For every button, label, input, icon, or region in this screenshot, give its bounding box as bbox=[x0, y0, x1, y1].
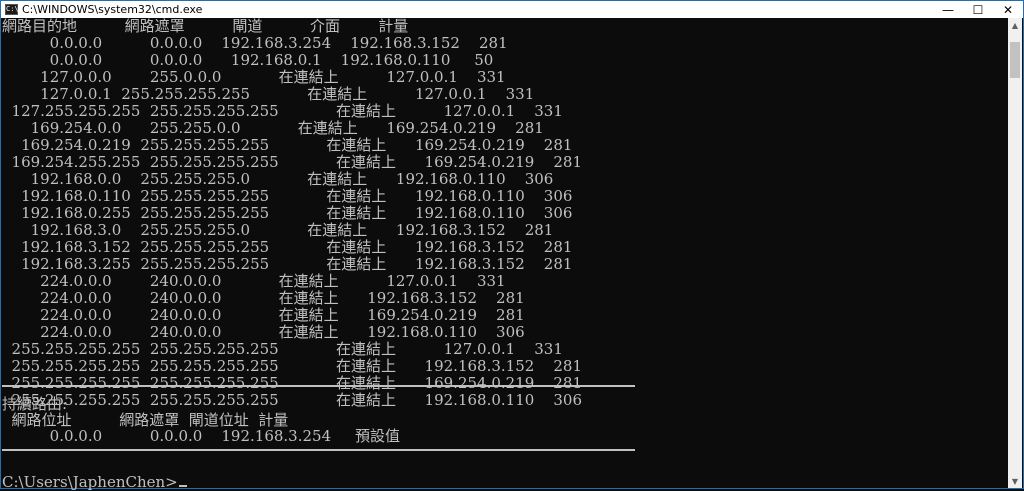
scroll-down-arrow-icon[interactable]: ▼ bbox=[1008, 474, 1022, 488]
route-row: 127.255.255.255 255.255.255.255 在連結上 127… bbox=[2, 102, 563, 120]
route-row: 169.254.0.219 255.255.255.255 在連結上 169.2… bbox=[2, 136, 573, 154]
route-row: 127.0.0.0 255.0.0.0 在連結上 127.0.0.1 331 bbox=[2, 68, 506, 86]
route-row: 255.255.255.255 255.255.255.255 在連結上 169… bbox=[2, 374, 582, 392]
persistent-routes-heading: 持續路由: bbox=[2, 395, 68, 413]
route-row: 224.0.0.0 240.0.0.0 在連結上 127.0.0.1 331 bbox=[2, 272, 506, 290]
persistent-route-row: 0.0.0.0 0.0.0.0 192.168.3.254 預設值 bbox=[2, 427, 400, 445]
route-row: 224.0.0.0 240.0.0.0 在連結上 192.168.3.152 2… bbox=[2, 289, 525, 307]
separator-line bbox=[2, 385, 635, 387]
minimize-button[interactable]: — bbox=[933, 1, 963, 18]
window-controls: — ☐ ✕ bbox=[933, 1, 1023, 18]
close-button[interactable]: ✕ bbox=[993, 1, 1023, 18]
scroll-up-arrow-icon[interactable]: ▲ bbox=[1008, 18, 1022, 32]
route-row: 255.255.255.255 255.255.255.255 在連結上 127… bbox=[2, 340, 563, 358]
route-row: 192.168.0.255 255.255.255.255 在連結上 192.1… bbox=[2, 204, 573, 222]
console-output[interactable]: 網路目的地 網路遮罩 閘道 介面 計量 0.0.0.0 0.0.0.0 192.… bbox=[2, 17, 1010, 490]
scrollbar-thumb[interactable] bbox=[1010, 42, 1020, 78]
route-row: 127.0.0.1 255.255.255.255 在連結上 127.0.0.1… bbox=[2, 85, 535, 103]
route-row: 169.254.0.0 255.255.0.0 在連結上 169.254.0.2… bbox=[2, 119, 544, 137]
route-table-header: 網路目的地 網路遮罩 閘道 介面 計量 bbox=[2, 17, 409, 35]
text-cursor bbox=[178, 485, 187, 487]
route-row: 224.0.0.0 240.0.0.0 在連結上 169.254.0.219 2… bbox=[2, 306, 525, 324]
route-row: 0.0.0.0 0.0.0.0 192.168.0.1 192.168.0.11… bbox=[2, 51, 494, 69]
window-title: C:\WINDOWS\system32\cmd.exe bbox=[22, 3, 203, 16]
title-bar[interactable]: C:\ C:\WINDOWS\system32\cmd.exe — ☐ ✕ bbox=[1, 1, 1023, 18]
route-row: 169.254.255.255 255.255.255.255 在連結上 169… bbox=[2, 153, 582, 171]
route-row: 192.168.3.255 255.255.255.255 在連結上 192.1… bbox=[2, 255, 573, 273]
route-row: 192.168.3.152 255.255.255.255 在連結上 192.1… bbox=[2, 238, 573, 256]
separator-line bbox=[2, 449, 635, 451]
route-row: 0.0.0.0 0.0.0.0 192.168.3.254 192.168.3.… bbox=[2, 34, 508, 52]
command-prompt[interactable]: C:\Users\JaphenChen> bbox=[2, 474, 187, 490]
prompt-text: C:\Users\JaphenChen> bbox=[2, 473, 178, 491]
maximize-button[interactable]: ☐ bbox=[963, 1, 993, 18]
route-row: 255.255.255.255 255.255.255.255 在連結上 192… bbox=[2, 391, 582, 409]
route-row: 192.168.3.0 255.255.255.0 在連結上 192.168.3… bbox=[2, 221, 554, 239]
cmd-app-icon[interactable]: C:\ bbox=[5, 4, 19, 15]
route-row: 192.168.0.110 255.255.255.255 在連結上 192.1… bbox=[2, 187, 573, 205]
route-row: 255.255.255.255 255.255.255.255 在連結上 192… bbox=[2, 357, 582, 375]
cmd-window: C:\ C:\WINDOWS\system32\cmd.exe — ☐ ✕ 網路… bbox=[0, 0, 1024, 490]
route-row: 224.0.0.0 240.0.0.0 在連結上 192.168.0.110 3… bbox=[2, 323, 525, 341]
route-row: 192.168.0.0 255.255.255.0 在連結上 192.168.0… bbox=[2, 170, 554, 188]
persistent-routes-header: 網路位址 網路遮罩 閘道位址 計量 bbox=[2, 411, 289, 429]
vertical-scrollbar[interactable]: ▲ ▼ bbox=[1008, 18, 1022, 488]
